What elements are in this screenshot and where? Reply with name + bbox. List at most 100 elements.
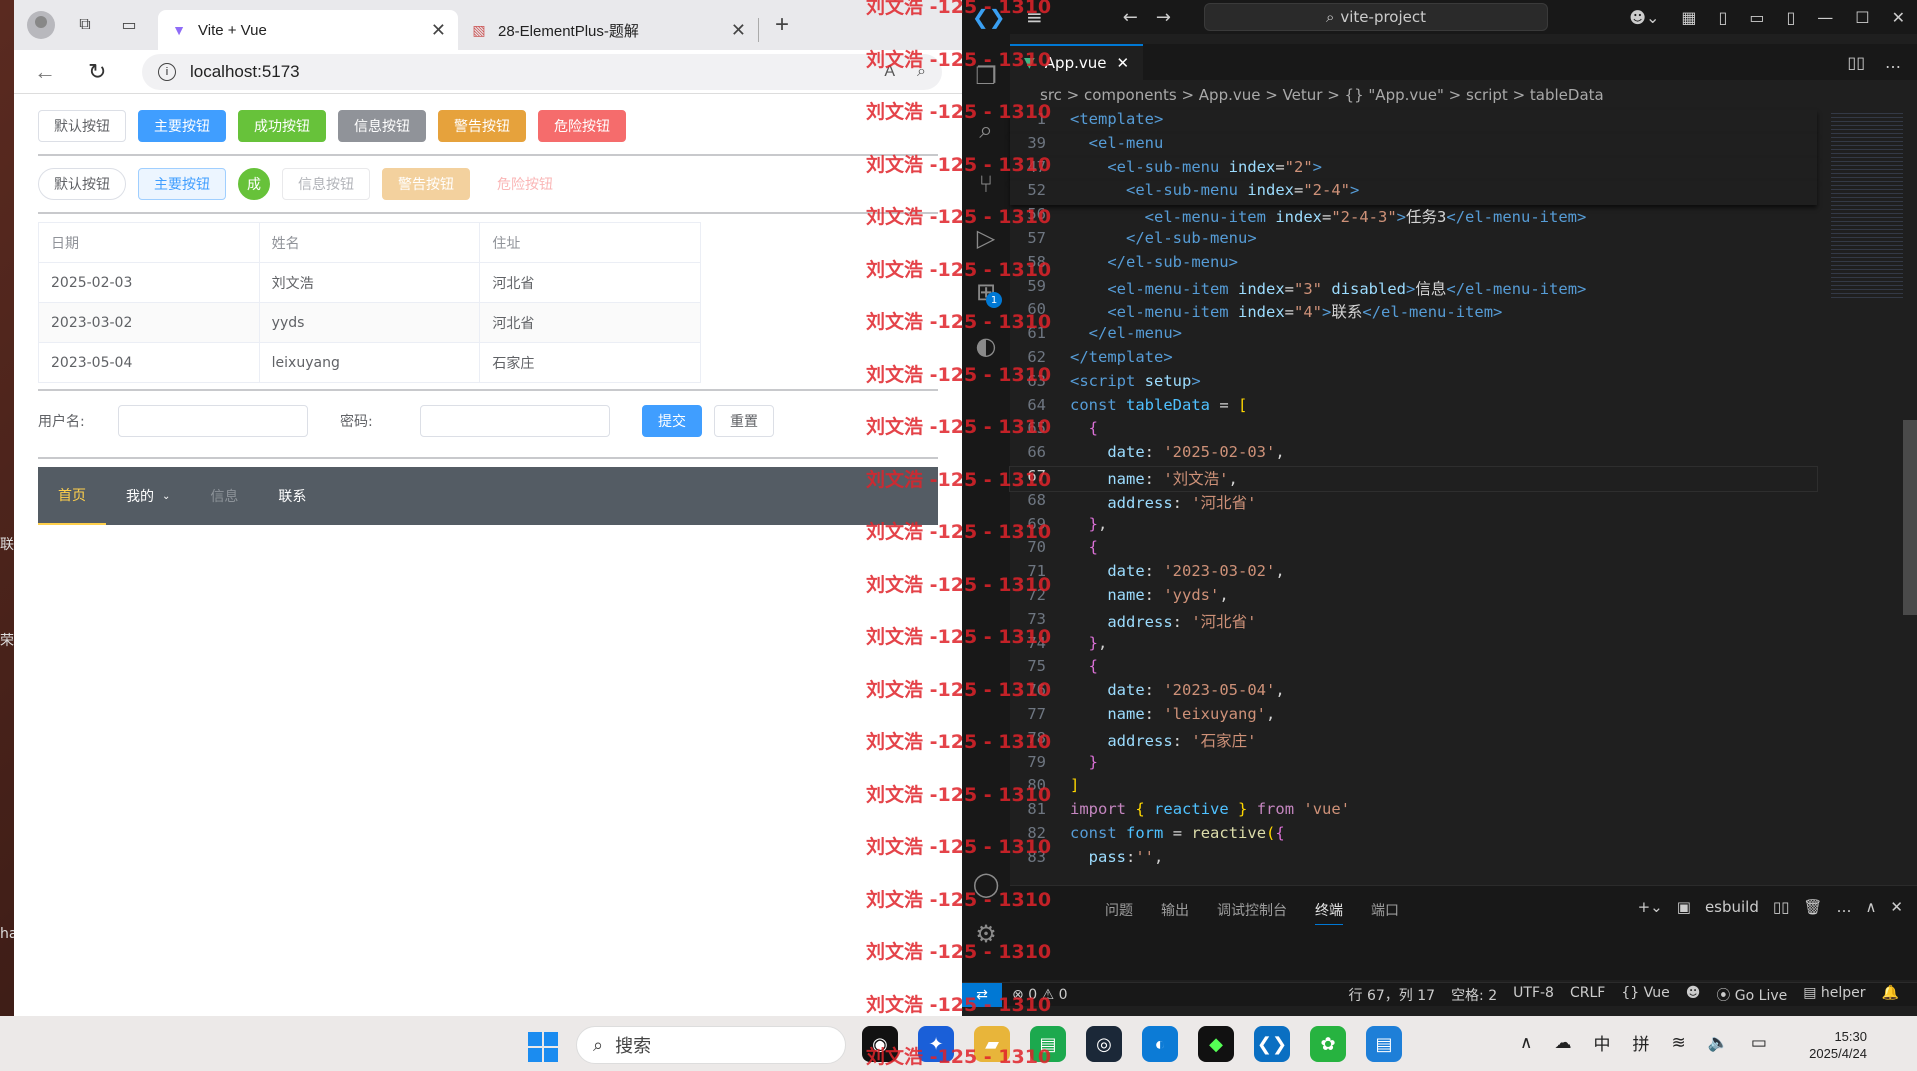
go-live[interactable]: ⦿ Go Live	[1716, 985, 1787, 1005]
code-line[interactable]: 79 }	[1010, 753, 1817, 777]
collections-icon[interactable]: ⧉	[70, 10, 100, 40]
menu-item-mine[interactable]: 我的 ⌄	[106, 467, 190, 525]
code-line[interactable]: 82 const form = reactive({	[1010, 824, 1817, 848]
tab-terminal[interactable]: 终端	[1315, 900, 1343, 925]
chevron-up-icon[interactable]: ∧	[1520, 1033, 1532, 1053]
new-tab-icon[interactable]: +	[775, 11, 789, 39]
notepad-icon[interactable]: ▤	[1366, 1026, 1402, 1062]
helper-status[interactable]: ▤ helper	[1803, 985, 1865, 1005]
code-line[interactable]: 66 date: '2025-02-03',	[1010, 443, 1817, 467]
username-input[interactable]	[118, 405, 308, 437]
url-field[interactable]: i localhost:5173 A ⌕	[142, 53, 942, 90]
bell-icon[interactable]: 🔔	[1882, 985, 1899, 1005]
more-actions-icon[interactable]: …	[1885, 53, 1901, 72]
forward-arrow-icon[interactable]: →	[1156, 7, 1171, 28]
profile-avatar[interactable]	[26, 10, 56, 40]
maximize-panel-icon[interactable]: ∧	[1865, 898, 1876, 916]
minimap[interactable]	[1831, 110, 1903, 300]
browser-tab-elementplus[interactable]: ▧ 28-ElementPlus-题解 ✕	[458, 10, 758, 50]
code-line[interactable]: 60 <el-menu-item index="4">联系</el-menu-i…	[1010, 300, 1817, 324]
browser-tab-vite[interactable]: ▼ Vite + Vue ✕	[158, 10, 458, 50]
app-icon[interactable]: ◆	[1198, 1026, 1234, 1062]
code-line[interactable]: 65 {	[1010, 419, 1817, 443]
submit-button[interactable]: 提交	[642, 405, 702, 437]
code-line[interactable]: 57 </el-sub-menu>	[1010, 229, 1817, 253]
code-line[interactable]: 47 <el-sub-menu index="2">	[1010, 157, 1817, 182]
password-input[interactable]	[420, 405, 610, 437]
danger-button[interactable]: 危险按钮	[538, 110, 626, 142]
steam-icon[interactable]: ◎	[1086, 1026, 1122, 1062]
copilot-icon[interactable]: ☻⌄	[1629, 8, 1659, 27]
onedrive-icon[interactable]: ☁	[1554, 1033, 1571, 1053]
wechat-icon[interactable]: ✿	[1310, 1026, 1346, 1062]
code-line[interactable]: 71 date: '2023-03-02',	[1010, 562, 1817, 586]
edge-icon[interactable]: ◐	[1142, 1026, 1178, 1062]
tab-ports[interactable]: 端口	[1371, 900, 1399, 925]
copilot-status-icon[interactable]: ☻	[1686, 985, 1701, 1005]
windows-start-icon[interactable]	[528, 1032, 558, 1062]
success-circle-button[interactable]: 成	[238, 168, 270, 200]
code-line[interactable]: 69 },	[1010, 515, 1817, 539]
volume-icon[interactable]: 🔈	[1708, 1033, 1729, 1053]
line-ending[interactable]: CRLF	[1570, 985, 1605, 1005]
tab-output[interactable]: 输出	[1161, 900, 1189, 925]
code-line[interactable]: 80]	[1010, 776, 1817, 800]
tab-problems[interactable]: 问题	[1105, 900, 1133, 925]
code-line[interactable]: 68 address: '河北省'	[1010, 491, 1817, 515]
close-tab-icon[interactable]: ✕	[431, 20, 446, 41]
code-line[interactable]: 56 <el-menu-item index="2-4-3">任务3</el-m…	[1010, 205, 1817, 229]
ime-mode[interactable]: 拼	[1632, 1030, 1649, 1055]
code-line[interactable]: 63 <script setup>	[1010, 372, 1817, 396]
new-terminal-icon[interactable]: +⌄	[1638, 898, 1663, 916]
code-line[interactable]: 83 pass:'',	[1010, 848, 1817, 872]
indentation[interactable]: 空格: 2	[1451, 985, 1497, 1005]
close-icon[interactable]: ✕	[1116, 54, 1129, 72]
code-line[interactable]: 58 </el-sub-menu>	[1010, 253, 1817, 277]
toggle-panel-icon[interactable]: ▭	[1749, 8, 1764, 27]
split-terminal-icon[interactable]: ▯▯	[1773, 898, 1790, 916]
code-line[interactable]: 1 <template>	[1010, 110, 1817, 134]
default-button[interactable]: 默认按钮	[38, 110, 126, 142]
ime-indicator[interactable]: 中	[1593, 1030, 1610, 1055]
command-center[interactable]: ⌕ vite-project	[1204, 3, 1548, 31]
clock[interactable]: 15:30 2025/4/24	[1809, 1028, 1867, 1062]
back-arrow-icon[interactable]: ←	[1123, 7, 1138, 28]
close-icon[interactable]: ✕	[1892, 8, 1905, 27]
wifi-icon[interactable]: ≋	[1671, 1033, 1685, 1053]
vscode-icon[interactable]: ❮❯	[1254, 1026, 1290, 1062]
minimize-icon[interactable]: —	[1817, 8, 1833, 27]
code-line[interactable]: 64 const tableData = [	[1010, 396, 1817, 420]
back-arrow-icon[interactable]: ←	[34, 59, 64, 85]
toggle-secondary-sidebar-icon[interactable]: ▯	[1786, 8, 1795, 27]
language-mode[interactable]: {} Vue	[1621, 985, 1669, 1005]
toggle-sidebar-icon[interactable]: ▯	[1719, 8, 1728, 27]
reset-button[interactable]: 重置	[714, 405, 774, 437]
default-round-button[interactable]: 默认按钮	[38, 168, 126, 200]
more-actions-icon[interactable]: …	[1836, 898, 1851, 916]
code-line[interactable]: 59 <el-menu-item index="3" disabled>信息</…	[1010, 277, 1817, 301]
split-editor-icon[interactable]: ▯▯	[1847, 53, 1865, 72]
warning-button[interactable]: 警告按钮	[438, 110, 526, 142]
trash-icon[interactable]: 🗑	[1803, 898, 1822, 916]
vertical-tabs-icon[interactable]: ▭	[114, 10, 144, 40]
code-line[interactable]: 61 </el-menu>	[1010, 324, 1817, 348]
code-line[interactable]: 67 name: '刘文浩',	[1009, 465, 1818, 492]
info-button[interactable]: 信息按钮	[338, 110, 426, 142]
code-line[interactable]: 78 address: '石家庄'	[1010, 729, 1817, 753]
code-line[interactable]: 52 <el-sub-menu index="2-4">	[1010, 181, 1817, 206]
layout-icon[interactable]: ▦	[1681, 8, 1696, 27]
code-line[interactable]: 75 {	[1010, 657, 1817, 681]
close-tab-icon[interactable]: ✕	[731, 20, 746, 41]
success-button[interactable]: 成功按钮	[238, 110, 326, 142]
maximize-icon[interactable]: ☐	[1855, 8, 1869, 27]
primary-button[interactable]: 主要按钮	[138, 110, 226, 142]
editor-scrollbar[interactable]	[1903, 420, 1917, 615]
code-line[interactable]: 74 },	[1010, 634, 1817, 658]
code-line[interactable]: 81 import { reactive } from 'vue'	[1010, 800, 1817, 824]
code-line[interactable]: 73 address: '河北省'	[1010, 610, 1817, 634]
refresh-icon[interactable]: ↻	[88, 59, 118, 85]
code-line[interactable]: 72 name: 'yyds',	[1010, 586, 1817, 610]
menu-item-contact[interactable]: 联系	[258, 467, 326, 525]
tab-debug-console[interactable]: 调试控制台	[1217, 900, 1287, 925]
encoding[interactable]: UTF-8	[1513, 985, 1554, 1005]
